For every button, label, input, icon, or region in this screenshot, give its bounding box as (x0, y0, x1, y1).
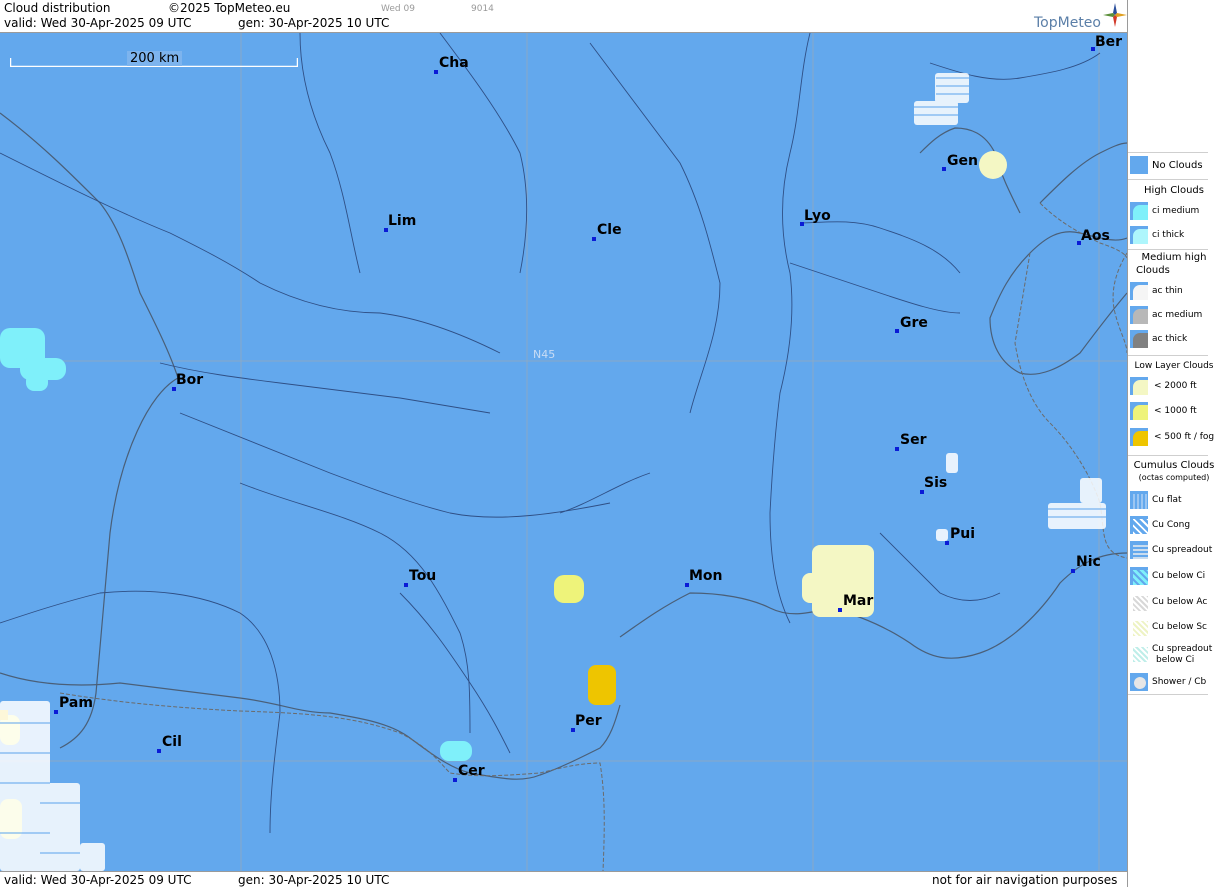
city-label-mon[interactable]: Mon (689, 568, 723, 584)
cloud-map[interactable]: 200 km N45 Cha Ber Gen Lim Cle Lyo Aos G… (0, 33, 1127, 871)
copyright: ©2025 TopMeteo.eu (168, 1, 291, 15)
valid-time: valid: Wed 30-Apr-2025 09 UTC (4, 16, 192, 30)
map-title: Cloud distribution (4, 1, 111, 15)
city-label-lim[interactable]: Lim (388, 213, 416, 229)
brand-name: TopMeteo (1034, 15, 1101, 31)
city-marker (942, 167, 946, 171)
legend-swatch (1130, 156, 1148, 174)
city-label-cle[interactable]: Cle (597, 222, 622, 238)
city-marker (895, 447, 899, 451)
city-marker (1071, 569, 1075, 573)
city-label-pam[interactable]: Pam (59, 695, 93, 711)
city-label-lyo[interactable]: Lyo (804, 208, 831, 224)
scale-bar: 200 km (10, 51, 298, 67)
scale-label: 200 km (127, 51, 183, 66)
city-marker (895, 329, 899, 333)
city-label-tou[interactable]: Tou (409, 568, 436, 584)
footer-valid-time: valid: Wed 30-Apr-2025 09 UTC (4, 873, 192, 887)
legend-low-heading: Low Layer Clouds (1134, 361, 1214, 371)
legend-cumulus-heading: Cumulus Clouds (1133, 460, 1215, 471)
city-marker (157, 749, 161, 753)
cloud-legend: No Clouds High Clouds ci medium ci thick… (1127, 0, 1219, 887)
city-marker (592, 237, 596, 241)
city-label-aos[interactable]: Aos (1081, 228, 1110, 244)
city-label-cer[interactable]: Cer (458, 763, 485, 779)
disclaimer: not for air navigation purposes (932, 873, 1118, 887)
city-label-gen[interactable]: Gen (947, 153, 978, 169)
day-code: Wed 09 (381, 4, 415, 14)
footer-generated-time: gen: 30-Apr-2025 10 UTC (238, 873, 390, 887)
city-marker (404, 583, 408, 587)
city-label-per[interactable]: Per (575, 713, 602, 729)
map-header: Cloud distribution ©2025 TopMeteo.eu Wed… (0, 0, 1127, 33)
city-label-ser[interactable]: Ser (900, 432, 926, 448)
generated-time: gen: 30-Apr-2025 10 UTC (238, 16, 390, 30)
city-label-nic[interactable]: Nic (1076, 554, 1101, 570)
city-label-ber[interactable]: Ber (1095, 34, 1122, 50)
city-label-mar[interactable]: Mar (843, 593, 873, 609)
city-label-cha[interactable]: Cha (439, 55, 469, 71)
city-label-cil[interactable]: Cil (162, 734, 182, 750)
map-footer: valid: Wed 30-Apr-2025 09 UTC gen: 30-Ap… (0, 871, 1127, 888)
legend-medium-heading: Medium high (1141, 252, 1207, 263)
city-marker (838, 608, 842, 612)
city-marker (54, 710, 58, 714)
city-label-bor[interactable]: Bor (176, 372, 203, 388)
city-label-gre[interactable]: Gre (900, 315, 928, 331)
city-marker (434, 70, 438, 74)
city-marker (945, 541, 949, 545)
legend-high-heading: High Clouds (1144, 185, 1204, 196)
city-label-pui[interactable]: Pui (950, 526, 975, 542)
run-code: 9014 (471, 4, 494, 14)
compass-logo-icon (1103, 3, 1127, 27)
city-marker (453, 778, 457, 782)
city-label-sis[interactable]: Sis (924, 475, 947, 491)
latitude-label: N45 (533, 348, 556, 361)
